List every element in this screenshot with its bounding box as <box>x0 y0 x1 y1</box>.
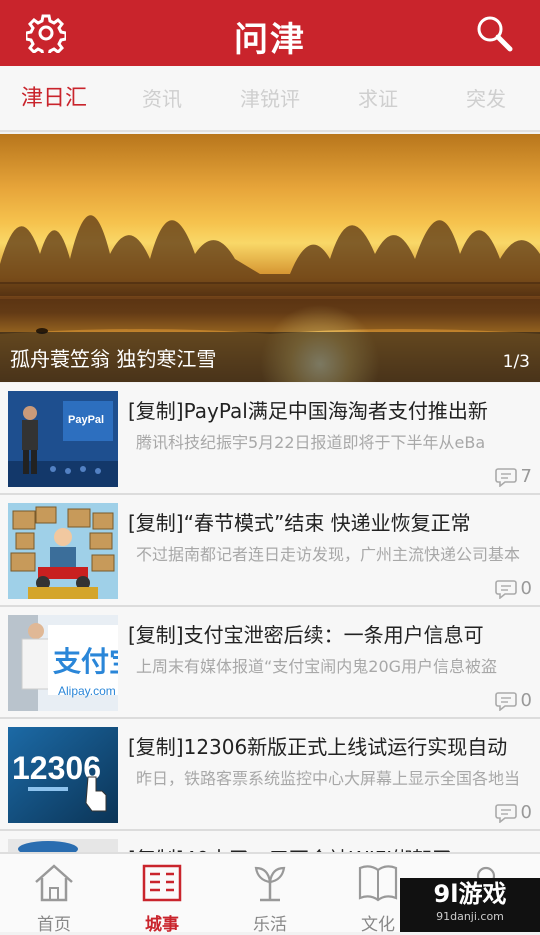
news-thumbnail: 支付宝 Alipay.com <box>8 615 118 711</box>
nav-city-label: 城事 <box>145 915 179 935</box>
comment-count-value: 0 <box>520 578 532 599</box>
news-summary: 不过据南都记者连日走访发现，广州主流快递公司基本 <box>136 545 521 564</box>
comment-icon <box>494 691 517 711</box>
comment-icon <box>494 579 517 599</box>
comment-icon <box>494 803 517 823</box>
list-item[interactable]: [复制]“春节模式”结束 快递业恢复正常 不过据南都记者连日走访发现，广州主流快… <box>0 495 540 607</box>
comment-count[interactable]: 7 <box>494 466 532 487</box>
book-icon <box>358 865 398 902</box>
svg-text:Alipay.com: Alipay.com <box>58 684 116 698</box>
nav-home[interactable]: 首页 <box>0 854 108 935</box>
nav-lohas-label: 乐活 <box>253 915 287 935</box>
bottom-navigation: 首页 城事 乐活 文化 9l游戏 91danji.com <box>0 852 540 935</box>
search-icon[interactable] <box>474 13 514 53</box>
banner-counter: 1/3 <box>502 352 530 372</box>
category-tabs: 津日汇 资讯 津锐评 求证 突发 <box>0 66 540 132</box>
news-thumbnail <box>8 503 118 599</box>
comment-count[interactable]: 0 <box>494 578 532 599</box>
home-icon <box>35 864 73 902</box>
tab-news[interactable]: 资讯 <box>108 66 216 130</box>
app-title: 问津 <box>234 20 306 60</box>
comment-count-value: 0 <box>520 690 532 711</box>
comment-icon <box>494 467 517 487</box>
featured-banner[interactable]: 孤舟蓑笠翁 独钓寒江雪 1/3 <box>0 134 540 382</box>
list-item[interactable]: 支付宝 Alipay.com [复制]支付宝泄密后续：一条用户信息可 上周末有媒… <box>0 607 540 719</box>
news-summary: 腾讯科技纪振宇5月22日报道即将于下半年从eBa <box>136 433 486 452</box>
comment-count[interactable]: 0 <box>494 690 532 711</box>
svg-text:支付宝: 支付宝 <box>53 645 118 677</box>
comment-count-value: 7 <box>520 466 532 487</box>
site-watermark: 9l游戏 91danji.com <box>400 878 540 932</box>
nav-city[interactable]: 城事 <box>108 854 216 935</box>
nav-home-label: 首页 <box>37 915 71 935</box>
svg-text:PayPal: PayPal <box>68 414 104 426</box>
news-thumbnail: 12306 <box>8 727 118 823</box>
list-item[interactable]: 12306 [复制]12306新版正式上线试运行实现自动 昨日，铁路客票系统监控… <box>0 719 540 831</box>
watermark-url: 91danji.com <box>436 910 504 923</box>
news-summary: 昨日，铁路客票系统监控中心大屏幕上显示全国各地当 <box>136 769 521 788</box>
news-summary: 上周末有媒体报道“支付宝闹内鬼20G用户信息被盗 <box>136 657 498 676</box>
news-title: [复制]12306新版正式上线试运行实现自动 <box>128 735 508 759</box>
news-title: [复制]“春节模式”结束 快递业恢复正常 <box>128 511 471 535</box>
news-thumbnail: PayPal <box>8 391 118 487</box>
tab-commentary[interactable]: 津锐评 <box>216 66 324 130</box>
list-item[interactable]: PayPal [复制]PayPal满足中国海淘者支付推出新 腾讯科技纪振宇5月2… <box>0 383 540 495</box>
news-title: [复制]PayPal满足中国海淘者支付推出新 <box>128 399 488 423</box>
tab-jinrihui[interactable]: 津日汇 <box>0 66 108 130</box>
tab-breaking[interactable]: 突发 <box>432 66 540 130</box>
watermark-logo: 9l游戏 <box>433 880 507 908</box>
plant-icon <box>254 866 286 902</box>
tab-verify[interactable]: 求证 <box>324 66 432 130</box>
news-title: [复制]支付宝泄密后续：一条用户信息可 <box>128 623 484 647</box>
nav-lohas[interactable]: 乐活 <box>216 854 324 935</box>
city-icon <box>142 864 182 902</box>
banner-caption: 孤舟蓑笠翁 独钓寒江雪 <box>10 347 217 371</box>
news-list: PayPal [复制]PayPal满足中国海淘者支付推出新 腾讯科技纪振宇5月2… <box>0 383 540 871</box>
comment-count-value: 0 <box>520 802 532 823</box>
app-header: 问津 <box>0 0 540 66</box>
comment-count[interactable]: 0 <box>494 802 532 823</box>
